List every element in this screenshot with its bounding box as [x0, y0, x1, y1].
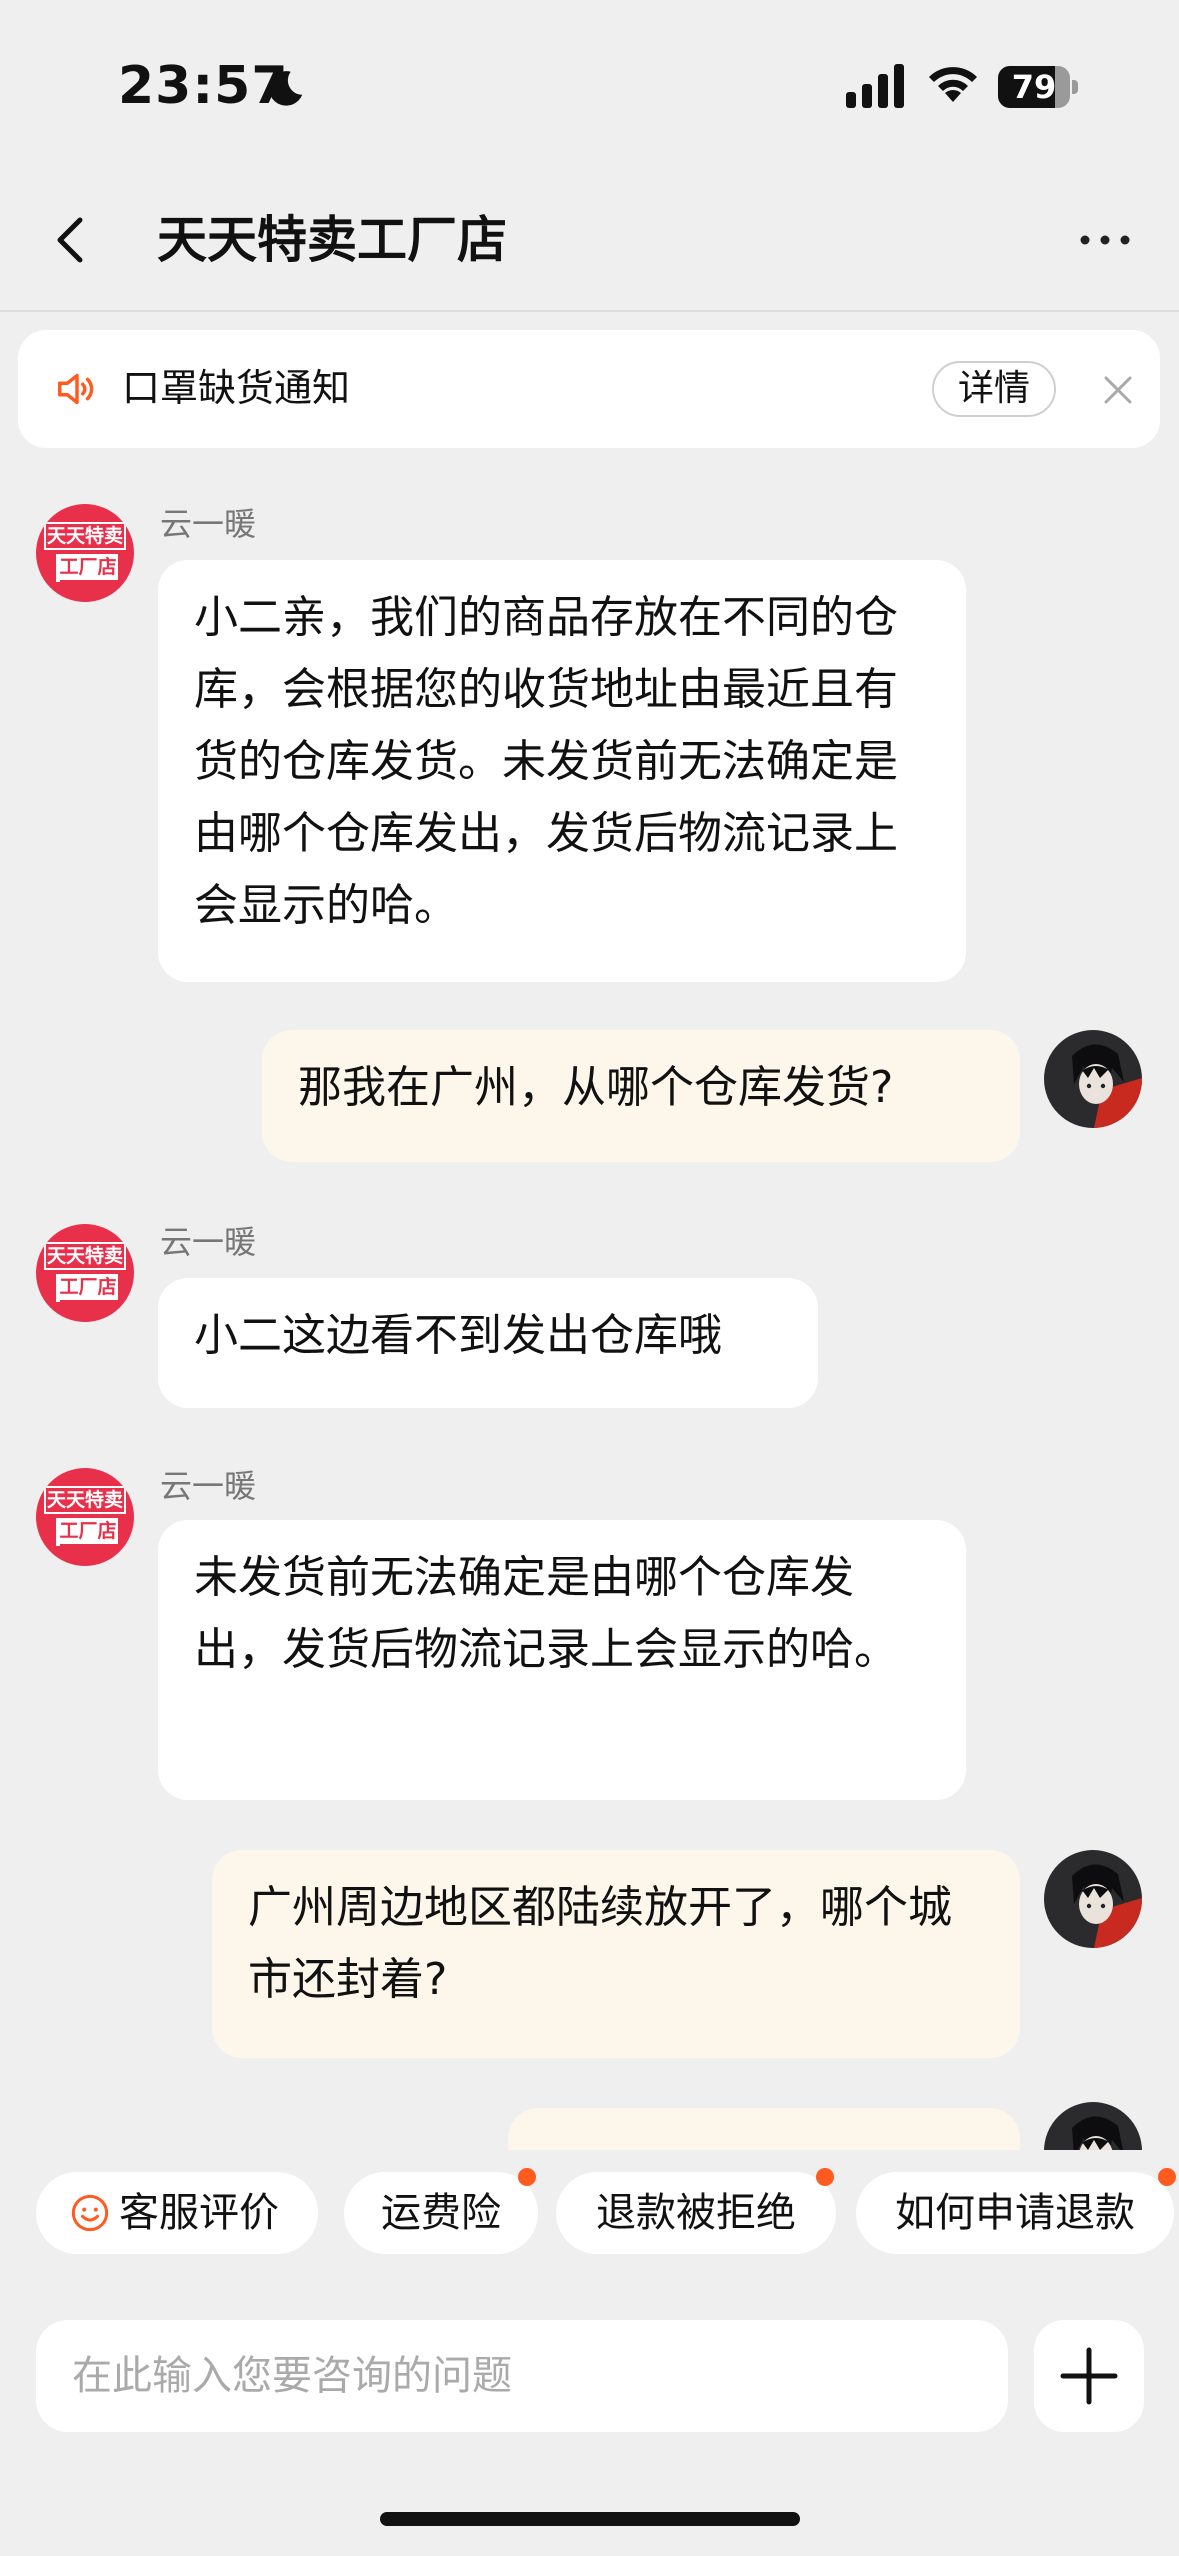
message-agent: 天天特卖 工厂店 云一暖 小二亲，我们的商品存放在不同的仓库，会根据您的收货地址…	[0, 460, 1179, 982]
user-avatar[interactable]	[1044, 1030, 1142, 1128]
battery-body: 79	[998, 66, 1070, 108]
notification-dot	[816, 2168, 834, 2186]
message-bubble[interactable]: 小二这边看不到发出仓库哦	[158, 1278, 818, 1408]
notification-dot	[518, 2168, 536, 2186]
message-user: 广州周边地区都陆续放开了，哪个城市还封着?	[0, 1850, 1179, 2060]
quick-reply-service-rating[interactable]: 客服评价	[36, 2172, 318, 2254]
battery-cap	[1072, 80, 1078, 94]
notice-text: 口罩缺货通知	[122, 366, 351, 410]
shop-avatar[interactable]: 天天特卖 工厂店	[36, 1468, 134, 1566]
battery-level: 79	[1011, 68, 1057, 106]
quick-reply-how-to-refund[interactable]: 如何申请退款	[856, 2168, 1176, 2254]
message-input[interactable]: 在此输入您要咨询的问题	[36, 2320, 1008, 2432]
shop-avatar[interactable]: 天天特卖 工厂店	[36, 1224, 134, 1322]
quick-reply-label: 如何申请退款	[895, 2190, 1135, 2236]
shop-avatar-line1: 天天特卖	[44, 1486, 126, 1514]
message-agent: 天天特卖 工厂店 云一暖 未发货前无法确定是由哪个仓库发出，发货后物流记录上会显…	[0, 1450, 1179, 1810]
page-title: 天天特卖工厂店	[157, 211, 507, 269]
shop-avatar-line2: 工厂店	[58, 1274, 118, 1300]
moon-icon	[268, 71, 303, 106]
quick-reply-bar: 客服评价 运费险 退款被拒绝 如何申请退款	[0, 2152, 1179, 2267]
quick-reply-refund-rejected[interactable]: 退款被拒绝	[556, 2168, 836, 2254]
sender-name: 云一暖	[160, 1223, 257, 1261]
home-indicator[interactable]	[380, 2512, 800, 2526]
close-icon[interactable]	[1094, 366, 1142, 414]
shop-avatar[interactable]: 天天特卖 工厂店	[36, 504, 134, 602]
speaker-icon	[58, 373, 94, 405]
message-bubble[interactable]: 小二亲，我们的商品存放在不同的仓库，会根据您的收货地址由最近且有货的仓库发货。未…	[158, 560, 966, 982]
notice-detail-button[interactable]: 详情	[932, 361, 1056, 417]
user-avatar[interactable]	[1044, 2102, 1142, 2150]
chat-message-list[interactable]: 天天特卖 工厂店 云一暖 小二亲，我们的商品存放在不同的仓库，会根据您的收货地址…	[0, 460, 1179, 2150]
message-bubble[interactable]	[508, 2108, 1020, 2150]
sender-name: 云一暖	[160, 1467, 257, 1505]
plus-icon[interactable]	[1034, 2320, 1144, 2432]
sender-name: 云一暖	[160, 505, 257, 543]
quick-reply-label: 客服评价	[119, 2190, 279, 2236]
shop-avatar-line1: 天天特卖	[44, 522, 126, 550]
shop-avatar-line2: 工厂店	[58, 554, 118, 580]
message-bubble[interactable]: 那我在广州，从哪个仓库发货?	[262, 1030, 1020, 1162]
message-user	[0, 2102, 1179, 2150]
status-bar: 23:57 79	[0, 0, 1179, 175]
smile-icon	[71, 2194, 109, 2232]
wifi-icon	[929, 67, 977, 102]
user-avatar[interactable]	[1044, 1850, 1142, 1948]
message-bubble[interactable]: 广州周边地区都陆续放开了，哪个城市还封着?	[212, 1850, 1020, 2058]
chat-header: 天天特卖工厂店	[0, 175, 1179, 312]
message-agent: 天天特卖 工厂店 云一暖 小二这边看不到发出仓库哦	[0, 1200, 1179, 1408]
notice-banner[interactable]: 口罩缺货通知 详情	[18, 330, 1160, 448]
signal-icon	[846, 64, 904, 108]
message-bubble[interactable]: 未发货前无法确定是由哪个仓库发出，发货后物流记录上会显示的哈。	[158, 1520, 966, 1800]
shop-avatar-line1: 天天特卖	[44, 1242, 126, 1270]
quick-reply-label: 运费险	[381, 2190, 501, 2236]
battery-icon: 79	[998, 66, 1080, 108]
chevron-left-icon[interactable]	[40, 205, 100, 275]
more-dots-icon[interactable]	[1070, 215, 1140, 265]
quick-reply-shipping-insurance[interactable]: 运费险	[344, 2168, 538, 2254]
shop-avatar-line2: 工厂店	[58, 1518, 118, 1544]
quick-reply-label: 退款被拒绝	[596, 2190, 796, 2236]
notification-dot	[1158, 2168, 1176, 2186]
message-user: 那我在广州，从哪个仓库发货?	[0, 1030, 1179, 1170]
